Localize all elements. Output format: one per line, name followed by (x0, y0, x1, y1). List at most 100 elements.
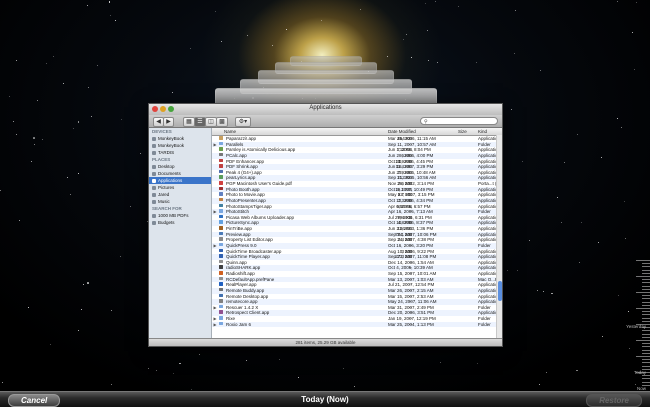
timeline-tick[interactable] (642, 349, 650, 351)
sidebar-group-label: DEVICES (152, 129, 172, 134)
column-header-size[interactable]: Size (458, 128, 467, 135)
timeline-tick[interactable] (636, 276, 650, 277)
app-icon (219, 310, 223, 314)
action-menu-button[interactable]: ⚙▾ (235, 117, 251, 127)
star (560, 222, 562, 224)
app-icon (219, 175, 223, 179)
timeline-tick[interactable] (642, 365, 650, 367)
scrollbar-thumb[interactable] (498, 281, 502, 301)
star (514, 9, 516, 11)
timeline-tick[interactable] (642, 375, 650, 377)
vertical-scrollbar[interactable] (496, 135, 502, 339)
timeline-tick[interactable] (642, 272, 650, 274)
sidebar: DEVICES MonkeyBook MonkeyBook TARDIS PLACES D… (149, 128, 212, 339)
sidebar-item-label: Pictures (158, 185, 175, 190)
file-list: Name Date Modified Size Kind Paparazzi!.… (212, 128, 502, 339)
timeline-tick[interactable] (642, 263, 650, 265)
sidebar-item-icon (152, 199, 156, 204)
timeline-label[interactable]: Yesterday (626, 324, 646, 329)
timeline-tick[interactable] (642, 381, 650, 383)
sidebar-item-desktop[interactable]: Desktop (149, 163, 211, 170)
column-header-date[interactable]: Date Modified (388, 128, 416, 135)
timeline-tick[interactable] (642, 333, 650, 335)
timeline-tick[interactable] (636, 340, 650, 341)
folder-icon (219, 321, 223, 326)
finder-window[interactable]: Applications ◀ ▶ ▦ ☰ ◫ ▩ ⚙▾ ⚲ DEVICES Mon… (148, 103, 503, 347)
sidebar-group-label: SEARCH FOR (152, 206, 182, 211)
window-titlebar[interactable]: Applications (149, 104, 502, 115)
star (12, 120, 14, 122)
sidebar-item-icon (152, 178, 156, 183)
timeline-tick[interactable] (642, 301, 650, 303)
star (220, 40, 222, 42)
sidebar-item-monkeybook[interactable]: MonkeyBook (149, 135, 211, 142)
timeline-tick[interactable] (642, 359, 650, 361)
sidebar-item-label: Music (158, 199, 170, 204)
star (109, 14, 111, 16)
timeline-tick[interactable] (642, 378, 650, 380)
star (33, 137, 35, 139)
timeline-tick[interactable] (642, 346, 650, 348)
column-header-name[interactable]: Name (224, 128, 236, 135)
star (62, 82, 64, 84)
timeline-tick[interactable] (642, 269, 650, 271)
timeline-tick[interactable] (642, 285, 650, 287)
sidebar-item-applications[interactable]: Applications (149, 177, 211, 184)
sidebar-item-budgets[interactable]: Budgets (149, 219, 211, 226)
file-row[interactable]: ▶ Roxio Jam 6 Mar 25, 2004, 1:13 PM -- Folde… (212, 321, 502, 328)
timeline-tick[interactable] (642, 295, 650, 297)
app-icon (219, 169, 223, 174)
app-icon (219, 237, 223, 241)
restore-button[interactable]: Restore (586, 394, 642, 407)
coverflow-view-button[interactable]: ▩ (216, 117, 228, 127)
timeline-tick[interactable] (642, 320, 650, 322)
disclosure-triangle-icon[interactable]: ▶ (214, 322, 217, 328)
app-icon (219, 231, 223, 236)
star (77, 329, 79, 331)
search-icon: ⚲ (424, 119, 428, 125)
app-icon (219, 287, 223, 292)
timeline-tick[interactable] (642, 336, 650, 338)
timeline-tick[interactable] (642, 266, 650, 268)
sidebar-item-icon (152, 136, 156, 141)
timeline-tick[interactable] (642, 330, 650, 332)
timeline-tick[interactable] (642, 288, 650, 290)
timeline-tick[interactable] (642, 317, 650, 319)
star (198, 353, 200, 355)
forward-button[interactable]: ▶ (163, 117, 174, 127)
timeline-tick[interactable] (642, 279, 650, 281)
app-icon (219, 197, 223, 202)
timeline-label[interactable]: Today (634, 370, 646, 375)
file-rows: Paparazzi!.app Mar 25, 2006, 11:15 AM 464 … (212, 136, 502, 328)
timeline-tick[interactable] (636, 292, 650, 293)
sidebar-item-tardis[interactable]: TARDIS (149, 149, 211, 156)
star (620, 126, 622, 128)
star (538, 383, 540, 385)
sidebar-item-jared[interactable]: Jared (149, 191, 211, 198)
sidebar-item-music[interactable]: Music (149, 198, 211, 205)
sidebar-item-pictures[interactable]: Pictures (149, 184, 211, 191)
star (19, 219, 21, 221)
column-header-kind[interactable]: Kind (478, 128, 487, 135)
sidebar-item-label: Jared (158, 192, 170, 197)
star (539, 69, 541, 71)
timeline-tick[interactable] (642, 298, 650, 300)
timeline-tick[interactable] (642, 314, 650, 316)
timeline-tick[interactable] (642, 282, 650, 284)
file-kind: Folder (478, 321, 491, 327)
timeline-tick[interactable] (642, 352, 650, 354)
sidebar-item-label: 1000 MB PDFs (158, 213, 189, 218)
sidebar-item-1000-mb-pdfs[interactable]: 1000 MB PDFs (149, 212, 211, 219)
timeline-tick[interactable] (642, 343, 650, 345)
sidebar-item-monkeybook[interactable]: MonkeyBook (149, 142, 211, 149)
timeline-tick[interactable] (642, 304, 650, 306)
folder-icon (219, 316, 223, 320)
timeline[interactable]: Yesterday Today Now (610, 260, 650, 391)
timeline-tick[interactable] (636, 356, 650, 357)
timeline-tick[interactable] (636, 308, 650, 309)
timeline-tick[interactable] (642, 362, 650, 364)
sidebar-item-documents[interactable]: Documents (149, 170, 211, 177)
timeline-tick[interactable] (642, 311, 650, 313)
search-field[interactable]: ⚲ (420, 117, 498, 125)
timeline-tick[interactable] (636, 260, 650, 261)
